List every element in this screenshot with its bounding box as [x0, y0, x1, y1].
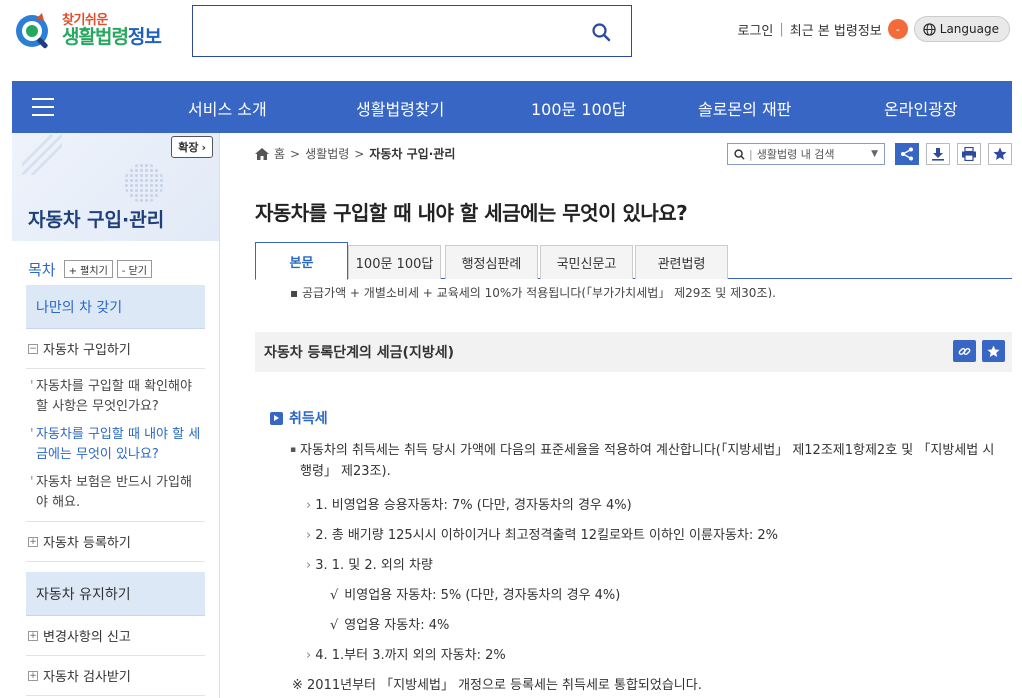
toc-row: 목차 + 펼치기 - 닫기 [12, 241, 219, 283]
decoration-dots [124, 163, 164, 203]
breadcrumb-separator: > [354, 146, 365, 161]
section-header: 자동차 등록단계의 세금(지방세) [255, 332, 1012, 372]
separator: | [779, 21, 784, 37]
main-nav: 서비스 소개 생활법령찾기 100문 100답 솔로몬의 재판 온라인광장 [12, 81, 1012, 133]
partial-text-line: ▪ 공급가액 + 개별소비세 + 교육세의 10%가 적용됩니다(「부가가치세법… [290, 286, 776, 298]
toc-category-my-car[interactable]: 나만의 차 갖기 [26, 285, 205, 329]
paragraph: 자동차의 취득세는 취득 당시 가액에 다음의 표준세율을 적용하여 계산합니다… [290, 440, 1002, 482]
sidebar: 확장 › 자동차 구입·관리 목차 + 펼치기 - 닫기 나만의 차 갖기 − 자… [12, 133, 220, 698]
toc-label: 목차 [28, 260, 56, 279]
nav-100qa[interactable]: 100문 100답 [531, 96, 627, 120]
recent-laws-link[interactable]: 최근 본 법령정보 [790, 20, 882, 39]
site-logo[interactable]: 찾기쉬운 생활법령정보 [12, 6, 172, 56]
download-icon [932, 148, 944, 161]
toc-item-inspection[interactable]: + 자동차 검사받기 [26, 656, 205, 696]
tab-admin-appeals[interactable]: 행정심판례 [445, 245, 538, 279]
download-button[interactable] [926, 143, 950, 165]
local-search-input[interactable]: | 생활법령 내 검색 ▼ [727, 143, 885, 165]
list-item: 2. 총 배기량 125시시 이하이거나 최고정격출력 12킬로와트 이하인 이… [306, 524, 778, 543]
separator: | [749, 147, 753, 161]
expand-icon: + [28, 536, 38, 547]
main-search-input[interactable] [192, 5, 632, 57]
star-icon [993, 147, 1007, 160]
toc-leaf-check-items[interactable]: 자동차를 구입할 때 확인해야 할 사항은 무엇인가요? [26, 373, 205, 421]
local-search-placeholder: 생활법령 내 검색 [756, 148, 835, 161]
language-button[interactable]: Language [913, 16, 1010, 42]
page-title: 자동차를 구입할 때 내야 할 세금에는 무엇이 있나요? [255, 201, 688, 225]
note: ※ 2011년부터 「지방세법」 개정으로 등록세는 취득세로 통합되었습니다. [292, 678, 702, 693]
expand-all-button[interactable]: + 펼치기 [63, 260, 113, 278]
search-icon[interactable] [591, 22, 611, 42]
toc-leaf-insurance[interactable]: 자동차 보험은 반드시 가입해야 해요. [26, 469, 205, 517]
login-link[interactable]: 로그인 [737, 20, 773, 39]
check-item: 비영업용 자동차: 5% (다만, 경자동차의 경우 4%) [330, 584, 620, 603]
tab-related-laws[interactable]: 관련법령 [635, 245, 728, 279]
print-icon [962, 147, 976, 161]
toc-item-buy-car[interactable]: − 자동차 구입하기 [26, 329, 205, 369]
sidebar-header: 확장 › 자동차 구입·관리 [12, 133, 219, 241]
bullet-arrow-icon [270, 411, 283, 425]
expand-icon: + [28, 670, 38, 681]
toc-list: 나만의 차 갖기 −자동차 구입하기 자동차를 구입할 때 확인해야 할 사항은… [12, 285, 219, 696]
collapse-all-button[interactable]: - 닫기 [116, 260, 152, 278]
chevron-right-icon: › [201, 140, 206, 154]
list-item: 3. 1. 및 2. 외의 차량 [306, 554, 433, 573]
tab-100qa[interactable]: 100문 100답 [348, 245, 441, 279]
toc-item-register-car[interactable]: + 자동차 등록하기 [26, 522, 205, 562]
tab-main-text[interactable]: 본문 [255, 242, 348, 280]
globe-icon [923, 22, 936, 36]
list-item: 4. 1.부터 3.까지 외의 자동차: 2% [306, 644, 506, 663]
breadcrumb-separator: > [290, 146, 301, 161]
home-icon[interactable] [255, 147, 269, 160]
nav-find-laws[interactable]: 생활법령찾기 [356, 96, 444, 120]
section-link-button[interactable] [953, 340, 976, 362]
breadcrumb: 홈 > 생활법령 > 자동차 구입·관리 [255, 145, 455, 162]
menu-icon[interactable] [12, 81, 72, 133]
subheading-acquisition-tax: 취득세 [270, 408, 328, 428]
sidebar-title: 자동차 구입·관리 [28, 209, 165, 231]
share-icon [901, 147, 913, 161]
logo-mark-icon [12, 9, 56, 53]
nav-service-intro[interactable]: 서비스 소개 [188, 96, 267, 120]
search-icon [734, 148, 745, 160]
print-button[interactable] [957, 143, 981, 165]
utility-links: 로그인 | 최근 본 법령정보 - Language [737, 16, 1010, 42]
toc-leaf-taxes[interactable]: 자동차를 구입할 때 내야 할 세금에는 무엇이 있나요? [26, 421, 205, 469]
logo-big-text: 생활법령정보 [62, 25, 162, 48]
section-bookmark-button[interactable] [982, 340, 1005, 362]
toc-item-report-changes[interactable]: + 변경사항의 신고 [26, 616, 205, 656]
tab-epeople[interactable]: 국민신문고 [540, 245, 633, 279]
recent-count-badge[interactable]: - [887, 19, 908, 39]
nav-solomon-trial[interactable]: 솔로몬의 재판 [698, 96, 791, 120]
section-title: 자동차 등록단계의 세금(지방세) [264, 345, 454, 361]
star-icon [987, 344, 1000, 357]
link-icon [958, 347, 971, 355]
nav-online-plaza[interactable]: 온라인광장 [884, 96, 958, 120]
list-item: 1. 비영업용 승용자동차: 7% (다만, 경자동차의 경우 4%) [306, 494, 632, 513]
toc-category-maintain[interactable]: 자동차 유지하기 [26, 572, 205, 616]
decoration-stripes-icon [22, 135, 62, 175]
content-tabs: 본문 100문 100답 행정심판례 국민신문고 관련법령 [255, 242, 1012, 280]
expand-icon: + [28, 630, 38, 641]
check-item: 영업용 자동차: 4% [330, 614, 449, 633]
share-button[interactable] [895, 143, 919, 165]
breadcrumb-level1[interactable]: 생활법령 [305, 145, 349, 162]
expand-button[interactable]: 확장 › [171, 136, 213, 158]
collapse-icon: − [28, 343, 38, 354]
breadcrumb-current[interactable]: 자동차 구입·관리 [369, 145, 455, 162]
bookmark-button[interactable] [988, 143, 1012, 165]
dropdown-caret-icon[interactable]: ▼ [871, 149, 878, 159]
breadcrumb-home[interactable]: 홈 [274, 145, 285, 162]
language-label: Language [939, 22, 999, 36]
